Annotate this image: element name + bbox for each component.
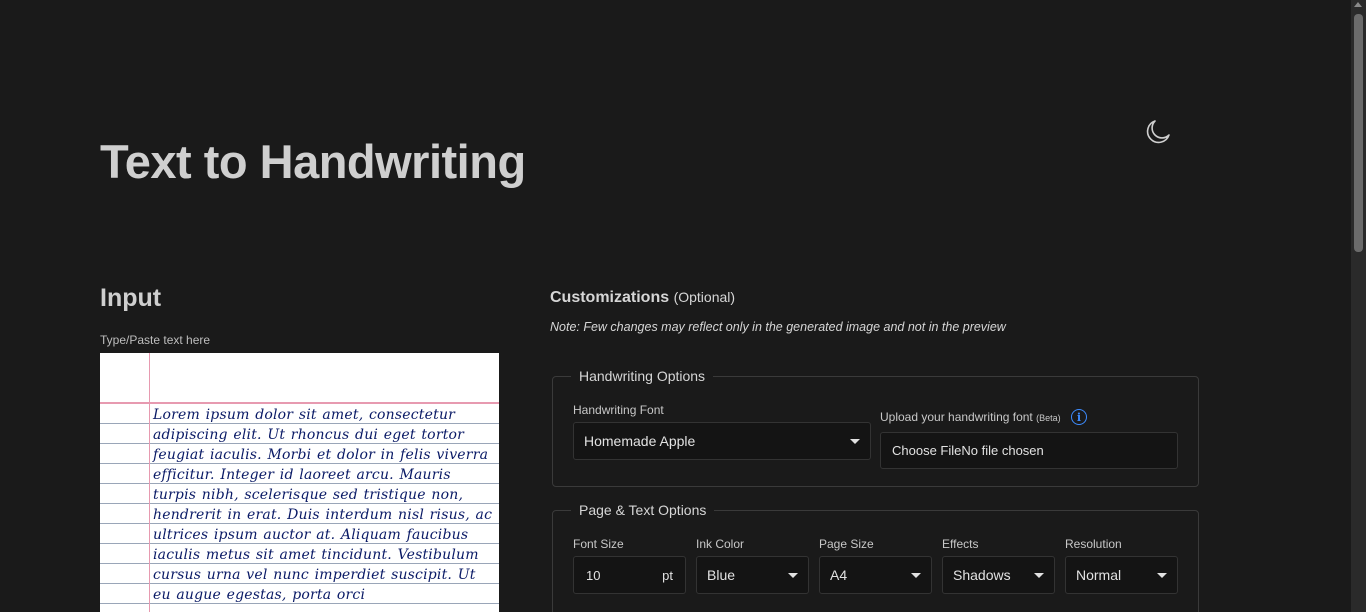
effects-select[interactable]: Shadows	[942, 556, 1055, 594]
handwriting-paper-preview[interactable]: Lorem ipsum dolor sit amet, consectetur …	[100, 353, 499, 612]
page-size-label: Page Size	[819, 537, 874, 551]
resolution-select[interactable]: Normal	[1065, 556, 1178, 594]
upload-font-label-text: Upload your handwriting font	[880, 410, 1033, 424]
input-section-title: Input	[100, 284, 162, 312]
font-size-input[interactable]: 10 pt	[573, 556, 686, 594]
preview-note: Note: Few changes may reflect only in th…	[550, 320, 1006, 334]
font-file-input[interactable]: Choose File No file chosen	[880, 432, 1178, 469]
customizations-title-text: Customizations	[550, 289, 670, 306]
beta-badge: (Beta)	[1036, 413, 1061, 423]
chevron-down-icon	[1157, 572, 1167, 578]
page-scrollbar[interactable]	[1351, 0, 1366, 612]
effects-value: Shadows	[953, 567, 1011, 583]
effects-label: Effects	[942, 537, 979, 551]
moon-icon[interactable]	[1143, 117, 1173, 147]
ink-color-value: Blue	[707, 567, 736, 583]
page-size-select[interactable]: A4	[819, 556, 932, 594]
file-status-text: No file chosen	[961, 443, 1044, 458]
font-size-value[interactable]: 10	[586, 568, 600, 583]
input-label: Type/Paste text here	[100, 333, 211, 347]
chevron-down-icon	[911, 572, 921, 578]
handwriting-font-value: Homemade Apple	[584, 433, 696, 449]
handwriting-options-legend: Handwriting Options	[579, 368, 706, 384]
font-size-unit: pt	[662, 567, 673, 583]
paper-left-margin-line	[149, 353, 150, 612]
page-title: Text to Handwriting	[100, 135, 526, 188]
ink-color-select[interactable]: Blue	[696, 556, 809, 594]
chevron-down-icon	[788, 572, 798, 578]
chevron-down-icon	[1034, 572, 1044, 578]
scrollbar-thumb[interactable]	[1354, 14, 1363, 252]
optional-label: (Optional)	[673, 289, 736, 305]
chevron-down-icon	[850, 438, 860, 444]
upload-font-label: Upload your handwriting font (Beta)	[880, 410, 1061, 424]
font-size-label: Font Size	[573, 537, 624, 551]
customizations-title: Customizations (Optional)	[550, 289, 735, 307]
paper-top-margin-line	[100, 402, 499, 404]
ink-color-label: Ink Color	[696, 537, 745, 551]
resolution-label: Resolution	[1065, 537, 1122, 551]
info-icon[interactable]: i	[1071, 409, 1087, 425]
handwriting-font-label: Handwriting Font	[573, 403, 664, 417]
handwriting-font-select[interactable]: Homemade Apple	[573, 422, 871, 460]
page-size-value: A4	[830, 567, 848, 583]
handwriting-text[interactable]: Lorem ipsum dolor sit amet, consectetur …	[153, 405, 497, 605]
scroll-up-arrow-icon[interactable]	[1354, 2, 1362, 7]
resolution-value: Normal	[1076, 567, 1122, 583]
choose-file-button[interactable]: Choose File	[892, 443, 961, 458]
page-text-options-legend: Page & Text Options	[579, 502, 707, 518]
